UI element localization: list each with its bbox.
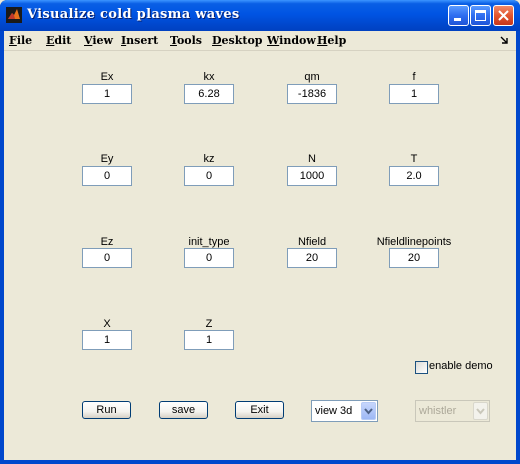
label-ex: Ex	[100, 71, 114, 83]
menu-window[interactable]: Window	[267, 34, 316, 47]
maximize-icon	[475, 10, 486, 21]
kx-field[interactable]: 6.28	[184, 84, 234, 104]
menu-help[interactable]: Help	[317, 34, 346, 47]
label-nfield: Nfield	[297, 236, 327, 248]
nfieldlinepoints-field[interactable]: 20	[389, 248, 439, 268]
close-button[interactable]	[493, 5, 514, 26]
window-title: Visualize cold plasma waves	[27, 7, 240, 22]
label-kx: kx	[203, 71, 215, 83]
nfield-field[interactable]: 20	[287, 248, 337, 268]
chevron-down-icon	[364, 408, 373, 415]
minimize-button[interactable]	[448, 5, 469, 26]
view-select-arrow[interactable]	[361, 402, 376, 420]
label-t: T	[410, 153, 418, 165]
label-x: X	[103, 318, 111, 330]
maximize-button[interactable]	[470, 5, 491, 26]
qm-field[interactable]: -1836	[287, 84, 337, 104]
label-n: N	[308, 153, 316, 165]
init-type-field[interactable]: 0	[184, 248, 234, 268]
title-bar[interactable]: Visualize cold plasma waves	[0, 0, 520, 31]
label-init-type: init_type	[188, 236, 230, 248]
close-icon	[498, 10, 509, 21]
save-button[interactable]: save	[159, 401, 208, 419]
menu-bar: File Edit View Insert Tools Desktop Wind…	[4, 31, 516, 51]
t-field[interactable]: 2.0	[389, 166, 439, 186]
chevron-down-icon	[476, 408, 485, 415]
menu-view[interactable]: View	[84, 34, 113, 47]
menu-desktop[interactable]: Desktop	[212, 34, 262, 47]
window-frame-right	[516, 31, 520, 464]
f-field[interactable]: 1	[389, 84, 439, 104]
menu-insert[interactable]: Insert	[121, 34, 158, 47]
figure-client-area: File Edit View Insert Tools Desktop Wind…	[4, 31, 516, 460]
menu-tools[interactable]: Tools	[170, 34, 202, 47]
window: Visualize cold plasma waves File Edit Vi…	[0, 0, 520, 464]
kz-field[interactable]: 0	[184, 166, 234, 186]
wave-type-select-value: whistler	[419, 405, 457, 417]
n-field[interactable]: 1000	[287, 166, 337, 186]
view-select[interactable]: view 3d	[311, 400, 378, 422]
view-select-value: view 3d	[315, 405, 353, 417]
exit-button[interactable]: Exit	[235, 401, 284, 419]
label-z: Z	[205, 318, 213, 330]
label-nfieldlinepoints: Nfieldlinepoints	[376, 236, 452, 248]
ey-field[interactable]: 0	[82, 166, 132, 186]
window-frame-bottom	[0, 460, 520, 464]
label-ey: Ey	[100, 153, 114, 165]
matlab-icon	[6, 7, 22, 23]
ex-field[interactable]: 1	[82, 84, 132, 104]
wave-type-select-arrow	[473, 402, 488, 420]
enable-demo-checkbox[interactable]	[415, 361, 428, 374]
menu-file[interactable]: File	[9, 34, 32, 47]
x-field[interactable]: 1	[82, 330, 132, 350]
enable-demo-label: enable demo	[429, 360, 493, 372]
label-ez: Ez	[100, 236, 114, 248]
dock-arrow-icon[interactable]	[500, 35, 510, 45]
label-f: f	[412, 71, 416, 83]
menu-edit[interactable]: Edit	[46, 34, 71, 47]
wave-type-select: whistler	[415, 400, 490, 422]
label-qm: qm	[304, 71, 320, 83]
minimize-icon	[454, 18, 461, 21]
z-field[interactable]: 1	[184, 330, 234, 350]
ez-field[interactable]: 0	[82, 248, 132, 268]
label-kz: kz	[203, 153, 215, 165]
run-button[interactable]: Run	[82, 401, 131, 419]
